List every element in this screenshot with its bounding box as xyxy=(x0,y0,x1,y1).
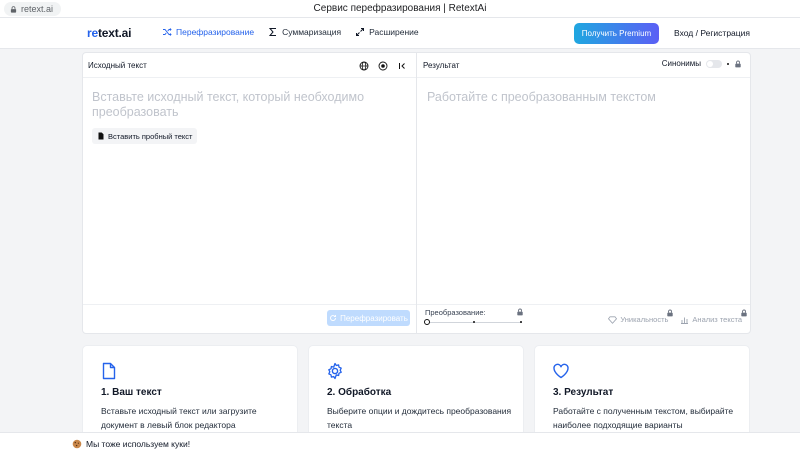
nav-paraphrase-label: Перефразирование xyxy=(176,27,255,37)
step-card-description: Работайте с полученным текстом, выбирайт… xyxy=(553,406,734,430)
insert-sample-label: Вставить пробный текст xyxy=(108,131,193,141)
login-register-link[interactable]: Вход / Регистрация xyxy=(674,28,750,38)
source-pane: Исходный текст Вставьте исходный текст, … xyxy=(83,53,417,333)
language-button[interactable] xyxy=(357,59,370,72)
result-pane-header: Результат Синонимы xyxy=(417,53,750,78)
nav-summarize-label: Суммаризация xyxy=(282,27,342,37)
analysis-lock-icon xyxy=(741,309,747,317)
bar-chart-icon xyxy=(681,317,689,324)
result-tools: Уникальность Анализ текста xyxy=(608,309,747,324)
nav-expand[interactable]: Расширение xyxy=(355,27,419,37)
expand-icon xyxy=(356,28,365,36)
synonyms-control: Синонимы xyxy=(662,59,742,68)
dot-separator xyxy=(727,62,729,65)
main-nav: Перефразирование Суммаризация Расширение xyxy=(162,27,419,37)
source-pane-header: Исходный текст xyxy=(83,53,416,78)
shuffle-icon xyxy=(163,28,172,36)
collapse-left-icon xyxy=(398,62,405,69)
uniqueness-lock-icon xyxy=(667,309,674,317)
step-card-description: Вставьте исходный текст или загрузите до… xyxy=(101,406,257,430)
editor-panel: Исходный текст Вставьте исходный текст, … xyxy=(82,52,751,334)
collapse-button[interactable] xyxy=(395,59,408,72)
step-card-title: 2. Обработка xyxy=(327,387,392,398)
gear-icon xyxy=(328,362,342,380)
text-analysis-label: Анализ текста xyxy=(692,315,742,324)
result-title: Результат xyxy=(423,61,460,70)
page-tab-title: Сервис перефразирования | RetextAi xyxy=(313,3,487,14)
result-pane: Результат Синонимы Работайте с преобразо… xyxy=(417,53,750,333)
result-text-area[interactable]: Работайте с преобразованным текстом xyxy=(427,90,727,105)
site-header: retext.ai Перефразирование Суммаризация … xyxy=(0,18,800,49)
file-icon xyxy=(98,132,104,140)
lock-icon xyxy=(735,60,741,67)
nav-summarize[interactable]: Суммаризация xyxy=(268,27,341,37)
document-icon xyxy=(102,362,116,380)
globe-icon xyxy=(359,61,368,70)
paraphrase-button[interactable]: Перефразировать xyxy=(327,310,410,326)
conversion-label: Преобразование: xyxy=(425,308,486,317)
nav-expand-label: Расширение xyxy=(369,27,419,37)
uniqueness-label: Уникальность xyxy=(620,315,669,324)
nav-paraphrase[interactable]: Перефразирование xyxy=(162,27,254,37)
target-button[interactable] xyxy=(376,59,389,72)
logo-accent: re xyxy=(87,26,98,40)
source-tools xyxy=(357,59,408,72)
slider-tick xyxy=(473,321,475,323)
browser-bar: retext.ai Сервис перефразирования | Rete… xyxy=(0,0,800,18)
logo-text: text.ai xyxy=(97,26,132,40)
heart-icon xyxy=(553,363,569,379)
get-premium-button[interactable]: Получить Premium xyxy=(574,23,659,44)
refresh-icon xyxy=(330,315,337,321)
source-footer: Перефразировать xyxy=(83,304,416,333)
synonyms-label: Синонимы xyxy=(661,59,701,68)
synonyms-toggle[interactable] xyxy=(706,59,722,68)
paraphrase-label: Перефразировать xyxy=(340,313,408,323)
diamond-icon xyxy=(608,315,618,324)
slider-tick xyxy=(520,321,522,323)
conversion-lock-icon xyxy=(517,308,523,316)
conversion-slider[interactable] xyxy=(424,319,522,325)
cookie-text: Мы тоже используем куки! xyxy=(86,438,191,449)
source-title: Исходный текст xyxy=(88,61,147,70)
uniqueness-button[interactable]: Уникальность xyxy=(608,309,674,324)
text-analysis-button[interactable]: Анализ текста xyxy=(680,309,747,324)
step-card-description: Выберите опции и дождитесь преобразовани… xyxy=(327,406,512,430)
logo[interactable]: retext.ai xyxy=(87,26,131,40)
slider-knob[interactable] xyxy=(424,319,430,325)
insert-sample-button[interactable]: Вставить пробный текст xyxy=(92,128,198,144)
source-text-input[interactable]: Вставьте исходный текст, который необход… xyxy=(92,90,392,120)
sigma-icon xyxy=(268,28,277,36)
cookie-icon xyxy=(72,439,82,448)
step-card-title: 3. Результат xyxy=(553,387,614,398)
result-footer: Преобразование: Уникальность Анализ текс… xyxy=(417,304,750,333)
step-card-title: 1. Ваш текст xyxy=(101,387,162,398)
cookie-banner: Мы тоже используем куки! xyxy=(0,432,800,454)
target-icon xyxy=(378,61,387,70)
